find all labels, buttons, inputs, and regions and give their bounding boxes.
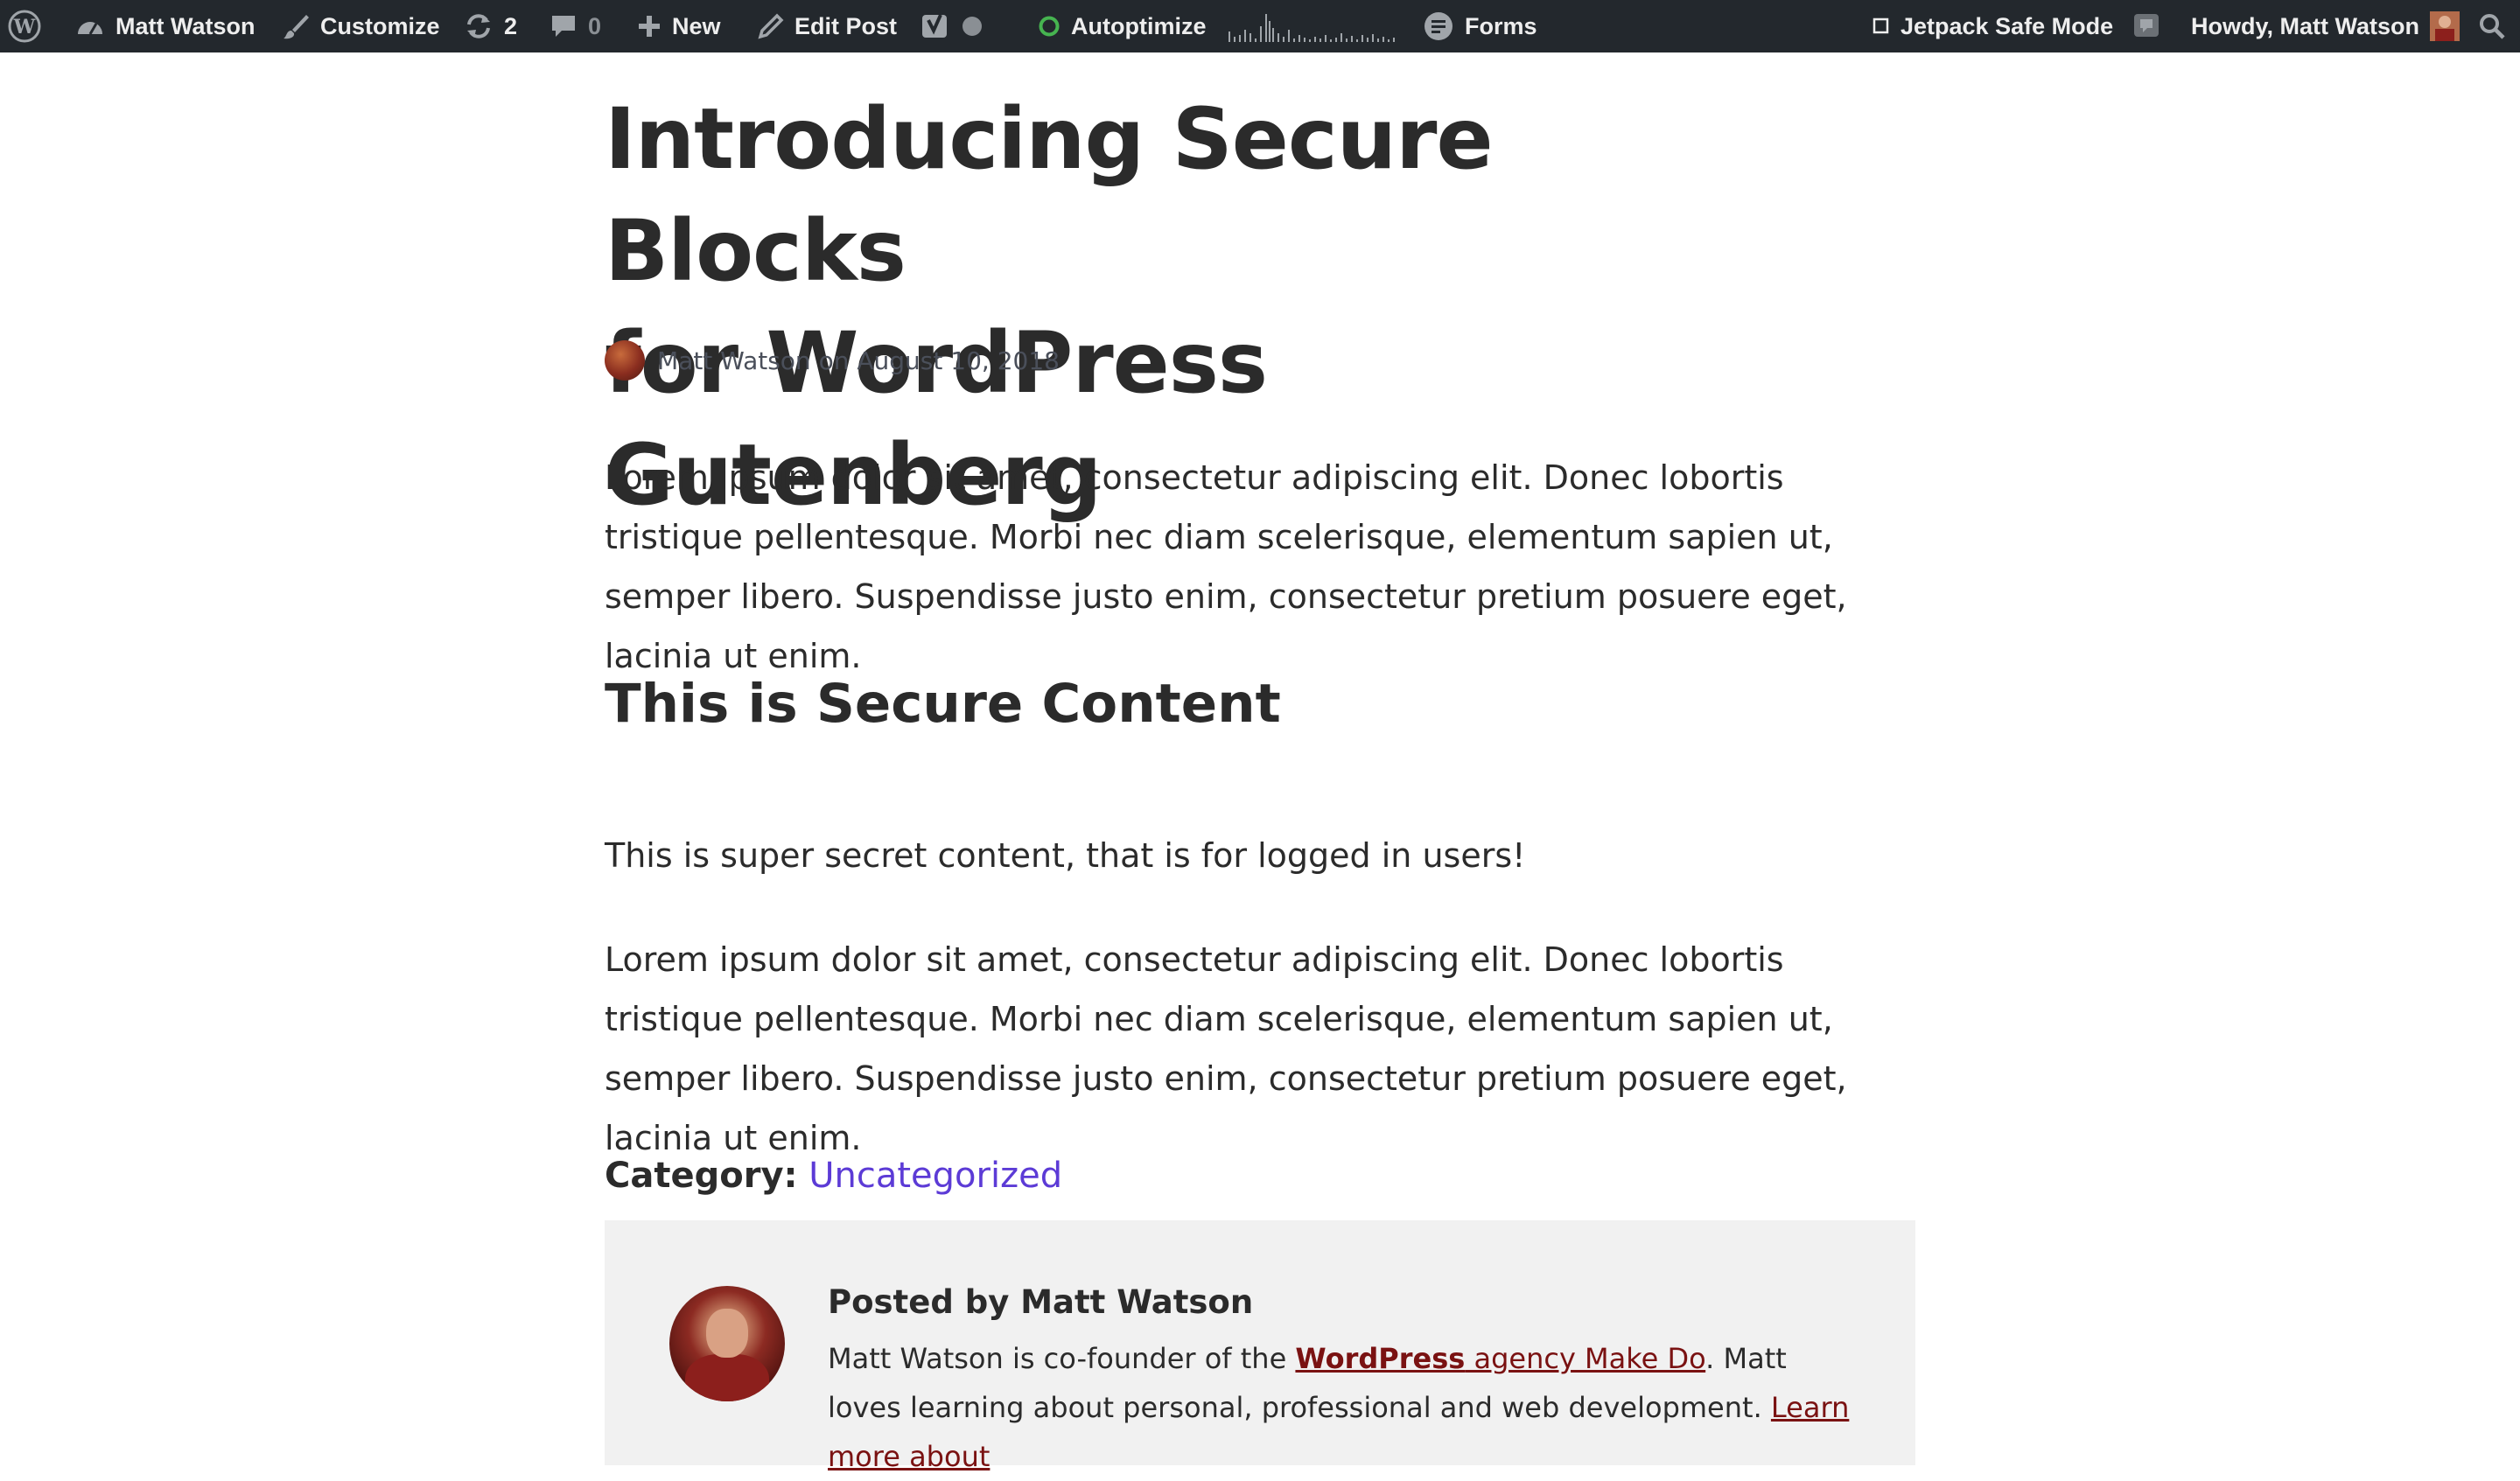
notifications-button[interactable] — [2132, 0, 2161, 52]
bio-agency-link[interactable]: agency Make Do — [1465, 1342, 1705, 1375]
author-bio: Matt Watson is co-founder of the WordPre… — [828, 1334, 1860, 1481]
comments-button[interactable]: 0 — [550, 0, 601, 52]
sparkline-graph — [1228, 14, 1395, 42]
byline-date-prefix: on — [818, 346, 850, 375]
search-icon — [2478, 12, 2506, 40]
pencil-icon — [758, 13, 784, 39]
body-paragraph: Lorem ipsum dolor sit amet, consectetur … — [605, 940, 1847, 1157]
secure-content-text: This is super secret content, that is fo… — [605, 836, 1526, 875]
author-box: Posted by Matt Watson Matt Watson is co-… — [605, 1220, 1915, 1473]
new-label: New — [672, 12, 721, 39]
customize-button[interactable]: Customize — [282, 0, 440, 52]
updates-icon — [464, 11, 494, 41]
checkbox-icon — [1872, 17, 1890, 35]
stats-sparkline[interactable] — [1227, 0, 1398, 52]
category-label: Category: — [605, 1156, 798, 1196]
post-category: Category: Uncategorized — [605, 1149, 1062, 1202]
forms-menu[interactable]: Forms — [1423, 0, 1537, 52]
post-byline: Matt Watson on August 10, 2018 — [605, 339, 1060, 381]
edit-post-button[interactable]: Edit Post — [758, 0, 897, 52]
site-name-menu[interactable]: Matt Watson — [75, 0, 255, 52]
bio-prefix: Matt Watson is co-founder of the — [828, 1342, 1296, 1375]
category-link[interactable]: Uncategorized — [808, 1156, 1062, 1196]
jetpack-safe-mode[interactable]: Jetpack Safe Mode — [1872, 0, 2113, 52]
comments-count: 0 — [588, 12, 602, 39]
post-title-line-1: Introducing Secure Blocks — [605, 90, 1494, 300]
autoptimize-status-icon — [1038, 15, 1060, 38]
intro-paragraph: Lorem ipsum dolor sit amet, consectetur … — [605, 458, 1847, 675]
status-dot-icon — [961, 15, 984, 38]
author-avatar — [669, 1286, 785, 1401]
bio-wordpress-link[interactable]: WordPress — [1295, 1342, 1465, 1375]
autoptimize-menu[interactable]: Autoptimize — [1038, 0, 1207, 52]
wordpress-menu[interactable]: W — [7, 0, 42, 52]
comment-icon — [550, 13, 578, 39]
site-name-label: Matt Watson — [116, 12, 256, 39]
customize-label: Customize — [320, 12, 440, 39]
seo-menu[interactable] — [920, 0, 984, 52]
updates-count: 2 — [504, 12, 518, 39]
yoast-icon — [920, 11, 950, 41]
plus-icon — [637, 14, 662, 38]
byline-date[interactable]: August 10, 2018 — [857, 346, 1060, 375]
jetpack-label: Jetpack Safe Mode — [1900, 12, 2114, 39]
dashboard-icon — [75, 13, 105, 39]
admin-bar: W Matt Watson Customize 2 0 New Edit Pos… — [0, 0, 2520, 52]
byline-author[interactable]: Matt Watson — [657, 346, 811, 375]
svg-text:W: W — [13, 16, 36, 38]
search-button[interactable] — [2478, 0, 2506, 52]
avatar — [2429, 11, 2460, 41]
section-heading: This is Secure Content — [605, 673, 1281, 735]
forms-label: Forms — [1465, 12, 1537, 39]
author-box-title: Posted by Matt Watson — [828, 1283, 1254, 1321]
notification-icon — [2132, 11, 2161, 41]
forms-icon — [1423, 10, 1454, 42]
brush-icon — [282, 12, 310, 40]
autoptimize-label: Autoptimize — [1071, 12, 1207, 39]
updates-button[interactable]: 2 — [464, 0, 517, 52]
author-avatar-small — [605, 340, 645, 381]
howdy-label: Howdy, Matt Watson — [2191, 12, 2419, 39]
wordpress-logo-icon: W — [7, 9, 42, 44]
account-menu[interactable]: Howdy, Matt Watson — [2191, 0, 2460, 52]
new-content-button[interactable]: New — [637, 0, 721, 52]
edit-post-label: Edit Post — [794, 12, 898, 39]
